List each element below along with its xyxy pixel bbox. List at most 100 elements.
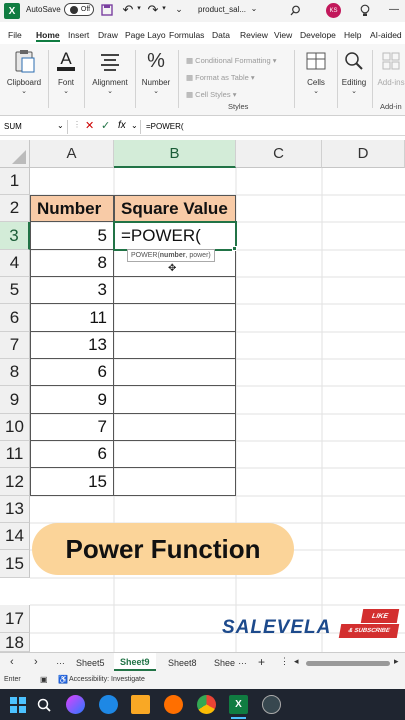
obs-icon[interactable] [262, 695, 281, 714]
select-all-corner[interactable] [0, 140, 30, 168]
sheet-tab-sheet9[interactable]: Sheet9 [114, 653, 156, 671]
column-header-c[interactable]: C [236, 140, 322, 168]
addins-group[interactable]: Add-ins [376, 48, 405, 87]
editing-group[interactable]: Editing ⌄ [339, 48, 369, 95]
tab-help[interactable]: Help [344, 30, 361, 40]
redo-dropdown-icon[interactable]: ▾ [160, 4, 168, 12]
excel-taskbar-icon[interactable]: X [229, 695, 248, 714]
square-cell-b6[interactable] [114, 304, 236, 332]
tab-formulas[interactable]: Formulas [169, 30, 204, 40]
row-header-17[interactable]: 17 [0, 605, 30, 633]
lightbulb-icon[interactable] [358, 3, 372, 17]
cell-styles-button[interactable]: ▦ Cell Styles ▾ [186, 86, 277, 103]
name-box[interactable]: SUM [4, 122, 22, 131]
autosave-toggle[interactable]: Off [64, 3, 94, 16]
tooltip-function-name[interactable]: POWER( [131, 252, 160, 259]
tab-insert[interactable]: Insert [68, 30, 89, 40]
search-icon[interactable] [288, 3, 302, 17]
row-header-5[interactable]: 5 [0, 277, 30, 304]
name-box-dropdown-icon[interactable]: ⌄ [57, 121, 64, 130]
more-sheets-left-icon[interactable]: … [56, 656, 65, 666]
more-sheets-icon[interactable]: … [238, 656, 247, 666]
copilot-icon[interactable] [66, 695, 85, 714]
number-cell-a10[interactable]: 7 [30, 414, 114, 441]
undo-dropdown-icon[interactable]: ▾ [135, 4, 143, 12]
format-as-table-button[interactable]: ▦ Format as Table ▾ [186, 69, 277, 86]
row-header-9[interactable]: 9 [0, 386, 30, 414]
next-sheet-icon[interactable]: › [34, 656, 38, 668]
fill-handle[interactable] [232, 246, 237, 251]
row-header-10[interactable]: 10 [0, 414, 30, 441]
scroll-right-icon[interactable]: ▸ [394, 656, 399, 667]
filename-dropdown-icon[interactable]: ⌄ [250, 4, 258, 13]
avatar[interactable]: KS [326, 3, 341, 18]
number-cell-a9[interactable]: 9 [30, 386, 114, 414]
header-square-value[interactable]: Square Value [114, 195, 236, 222]
tab-view[interactable]: View [274, 30, 292, 40]
square-cell-b11[interactable] [114, 441, 236, 468]
accessibility-status[interactable]: Accessibility: Investigate [69, 676, 145, 683]
formula-input[interactable]: =POWER( [146, 122, 184, 131]
prev-sheet-icon[interactable]: ‹ [10, 656, 14, 668]
row-header-3[interactable]: 3 [0, 222, 30, 250]
tab-data[interactable]: Data [212, 30, 230, 40]
alignment-group[interactable]: Alignment ⌄ [88, 48, 132, 95]
row-header-13[interactable]: 13 [0, 496, 30, 523]
row-header-15[interactable]: 15 [0, 550, 30, 578]
scroll-left-icon[interactable]: ◂ [294, 656, 299, 667]
number-cell-a11[interactable]: 6 [30, 441, 114, 468]
tab-home[interactable]: Home [36, 30, 60, 42]
redo-icon[interactable]: ↷ [146, 2, 160, 17]
file-name[interactable]: product_sal... [198, 5, 246, 14]
tab-ai-aided[interactable]: AI-aided [370, 30, 402, 40]
square-cell-b5[interactable] [114, 277, 236, 304]
square-cell-b9[interactable] [114, 386, 236, 414]
tab-developer[interactable]: Develope [300, 30, 336, 40]
minimize-icon[interactable]: — [388, 4, 400, 15]
row-header-18[interactable]: 18 [0, 633, 30, 652]
row-header-12[interactable]: 12 [0, 468, 30, 496]
tab-file[interactable]: File [8, 30, 22, 40]
firefox-icon[interactable] [164, 695, 183, 714]
number-cell-a12[interactable]: 15 [30, 468, 114, 496]
row-header-8[interactable]: 8 [0, 359, 30, 386]
column-header-d[interactable]: D [322, 140, 405, 168]
tooltip-arg-power[interactable]: , power) [185, 252, 210, 259]
number-cell-a4[interactable]: 8 [30, 250, 114, 277]
square-cell-b8[interactable] [114, 359, 236, 386]
column-header-a[interactable]: A [30, 140, 114, 168]
font-group[interactable]: A Font ⌄ [52, 48, 80, 95]
row-header-1[interactable]: 1 [0, 168, 30, 195]
more-options-sheets-icon[interactable]: ⋮ [280, 656, 289, 667]
row-header-14[interactable]: 14 [0, 523, 30, 550]
customize-qat-icon[interactable]: ⌄ [175, 4, 183, 15]
windows-start-icon[interactable] [8, 695, 27, 714]
sheet-tab-sheet5[interactable]: Sheet5 [76, 658, 105, 668]
row-header-4[interactable]: 4 [0, 250, 30, 277]
number-cell-a8[interactable]: 6 [30, 359, 114, 386]
tab-review[interactable]: Review [240, 30, 268, 40]
save-icon[interactable] [100, 3, 114, 17]
tab-draw[interactable]: Draw [98, 30, 118, 40]
horizontal-scrollbar[interactable] [306, 661, 390, 666]
number-group[interactable]: % Number ⌄ [138, 48, 174, 96]
square-cell-b12[interactable] [114, 468, 236, 496]
clipboard-group[interactable]: Clipboard ⌄ [4, 48, 44, 95]
number-cell-a5[interactable]: 3 [30, 277, 114, 304]
undo-icon[interactable]: ↶ [121, 2, 135, 17]
sheet-tab-sheet8[interactable]: Sheet8 [168, 658, 197, 668]
sheet-tab-partial[interactable]: Shee [214, 658, 235, 668]
row-header-6[interactable]: 6 [0, 304, 30, 332]
chrome-icon[interactable] [197, 695, 216, 714]
square-cell-b10[interactable] [114, 414, 236, 441]
square-cell-b7[interactable] [114, 332, 236, 359]
header-number[interactable]: Number [30, 195, 114, 222]
insert-function-button[interactable]: fx [118, 120, 126, 131]
file-explorer-icon[interactable] [131, 695, 150, 714]
row-header-11[interactable]: 11 [0, 441, 30, 468]
active-cell-b3[interactable]: =POWER( [113, 221, 237, 251]
cells-group[interactable]: Cells ⌄ [298, 48, 334, 95]
number-cell-a7[interactable]: 13 [30, 332, 114, 359]
cancel-icon[interactable]: ✕ [85, 119, 94, 132]
taskbar-search-icon[interactable] [34, 695, 53, 714]
